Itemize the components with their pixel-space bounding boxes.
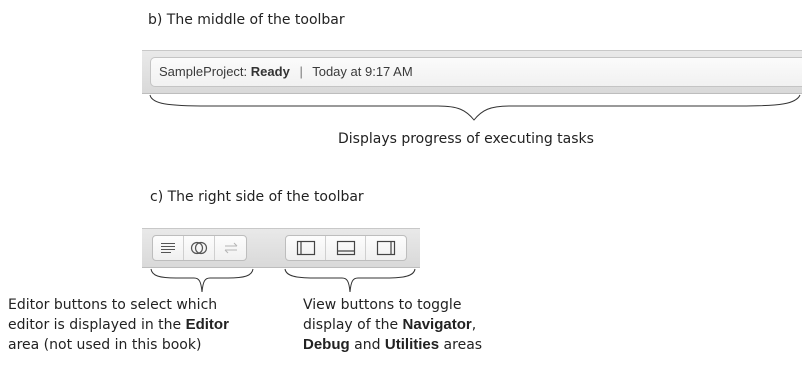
caption-toolbar-right: c) The right side of the toolbar: [150, 189, 364, 205]
view-desc-line-2: display of the Navigator,: [303, 316, 477, 333]
progress-brace: [149, 94, 801, 121]
view-buttons-description: View buttons to toggle display of the Na…: [303, 295, 482, 355]
editor-desc-line-3: area (not used in this book): [8, 337, 202, 353]
utilities-toggle-icon: [376, 240, 396, 256]
editor-desc-line-1: Editor buttons to select which: [8, 297, 218, 313]
standard-editor-icon: [161, 243, 175, 253]
project-name: SampleProject:: [159, 64, 248, 79]
navigator-toggle-icon: [296, 240, 315, 256]
assistant-editor-button[interactable]: [184, 236, 215, 260]
progress-label: Displays progress of executing tasks: [338, 131, 594, 147]
version-editor-button[interactable]: [215, 236, 246, 260]
build-status: Ready: [250, 64, 290, 79]
editor-buttons-description: Editor buttons to select which editor is…: [8, 295, 229, 355]
view-desc-line-1: View buttons to toggle: [303, 297, 462, 313]
navigator-toggle-button[interactable]: [286, 236, 326, 260]
debug-toggle-button[interactable]: [326, 236, 366, 260]
activity-view: SampleProject: Ready | Today at 9:17 AM: [150, 57, 802, 87]
assistant-editor-icon: [190, 241, 208, 255]
version-editor-icon: [224, 242, 237, 254]
editor-desc-line-2: editor is displayed in the Editor: [8, 316, 229, 333]
toolbar-right: [142, 228, 420, 268]
view-desc-line-3: Debug and Utilities areas: [303, 336, 483, 353]
caption-toolbar-middle: b) The middle of the toolbar: [148, 12, 345, 28]
debug-toggle-icon: [336, 240, 355, 256]
view-button-group: [285, 235, 407, 261]
editor-button-group: [152, 235, 247, 261]
status-timestamp: Today at 9:17 AM: [312, 64, 413, 79]
editor-buttons-brace: [150, 268, 254, 293]
utilities-toggle-button[interactable]: [366, 236, 406, 260]
toolbar-middle: SampleProject: Ready | Today at 9:17 AM: [142, 50, 802, 94]
status-separator: |: [299, 64, 303, 79]
view-buttons-brace: [284, 268, 416, 293]
standard-editor-button[interactable]: [153, 236, 184, 260]
